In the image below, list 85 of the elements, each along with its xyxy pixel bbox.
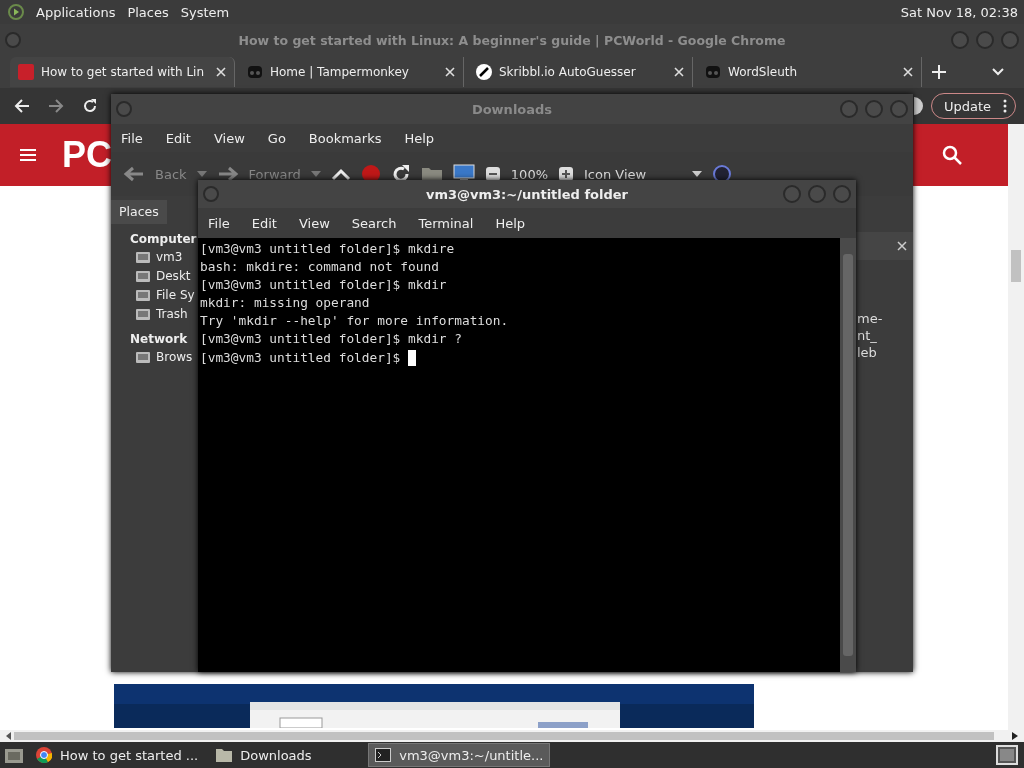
search-icon[interactable] xyxy=(942,145,962,165)
terminal-line: mkdir: missing operand xyxy=(200,294,370,313)
menu-item[interactable]: Bookmarks xyxy=(308,130,382,146)
file-label: me- xyxy=(857,310,883,327)
browser-tab[interactable]: How to get started with Lin xyxy=(10,57,235,87)
zoom-out-icon[interactable] xyxy=(484,166,501,182)
browser-tab[interactable]: Skribbl.io AutoGuesser xyxy=(468,57,693,87)
terminal-line: [vm3@vm3 untitled folder]$ mkdir ? xyxy=(200,330,462,349)
zoom-level: 100% xyxy=(510,166,548,182)
place-icon xyxy=(135,350,151,364)
file-label: leb xyxy=(857,344,877,361)
zoom-in-icon[interactable] xyxy=(558,166,574,182)
scroll-left-icon[interactable] xyxy=(6,732,12,740)
place-icon xyxy=(135,269,151,283)
terminal-line: [vm3@vm3 untitled folder]$ mkdir xyxy=(200,276,447,295)
browser-tab[interactable]: Home | Tampermonkey xyxy=(239,57,464,87)
favicon-icon xyxy=(476,64,492,80)
reload-icon[interactable] xyxy=(82,98,98,114)
logo-icon xyxy=(8,4,24,20)
taskbar-item[interactable]: How to get started ... xyxy=(30,743,205,767)
more-icon[interactable] xyxy=(1003,99,1007,113)
menu-item[interactable]: Edit xyxy=(165,130,191,146)
taskbar-item[interactable]: vm3@vm3:~/untitle... xyxy=(368,743,551,767)
favicon-icon xyxy=(18,64,34,80)
sidebar-item[interactable]: vm3 xyxy=(111,248,183,267)
view-mode-dropdown[interactable]: Icon View xyxy=(584,166,647,182)
scrollbar[interactable] xyxy=(840,238,856,672)
browser-tab[interactable]: WordSleuth xyxy=(697,57,922,87)
avatar-icon[interactable] xyxy=(913,97,923,115)
menu-item[interactable]: View xyxy=(213,130,245,146)
close-icon[interactable] xyxy=(674,67,684,77)
close-icon[interactable] xyxy=(216,67,226,77)
panel-menu[interactable]: Applications xyxy=(36,4,116,20)
terminal-line: [vm3@vm3 untitled folder]$ xyxy=(200,348,402,367)
scrollbar[interactable] xyxy=(1008,124,1024,730)
place-icon xyxy=(135,250,151,264)
forward-icon[interactable] xyxy=(216,165,239,183)
close-icon[interactable] xyxy=(897,241,907,251)
close-icon[interactable] xyxy=(903,67,913,77)
sidebar-item[interactable]: Deskt xyxy=(111,267,191,286)
menu-item[interactable]: View xyxy=(298,215,330,231)
taskbar-item[interactable]: Downloads xyxy=(210,743,363,767)
sidebar-heading: Computer xyxy=(129,231,197,248)
window-title: vm3@vm3:~/untitled folder xyxy=(425,186,628,202)
close-icon[interactable] xyxy=(445,67,455,77)
dropdown-icon[interactable] xyxy=(692,171,703,177)
clock: Sat Nov 18, 02:38 xyxy=(900,4,1018,20)
menu-item[interactable]: Edit xyxy=(251,215,277,231)
panel-menu[interactable]: Places xyxy=(127,4,169,20)
workspace-icon[interactable] xyxy=(996,745,1018,765)
show-desktop-icon[interactable] xyxy=(4,746,24,764)
sidebar-heading: Network xyxy=(129,331,188,348)
folder-icon xyxy=(216,748,233,762)
terminal-icon xyxy=(375,748,392,762)
sidebar-dropdown[interactable]: Places xyxy=(111,200,167,224)
sidebar-item[interactable]: Brows xyxy=(111,348,193,367)
browser-icon xyxy=(36,747,52,763)
terminal-line: [vm3@vm3 untitled folder]$ mkdire xyxy=(200,240,455,258)
text-cursor xyxy=(408,349,417,366)
sidebar-item[interactable]: Trash xyxy=(111,305,188,324)
file-label: nt_ xyxy=(857,327,877,344)
favicon-icon xyxy=(705,64,721,80)
chevron-down-icon[interactable] xyxy=(992,68,1004,76)
panel-menu[interactable]: System xyxy=(180,4,230,20)
favicon-icon xyxy=(247,64,263,80)
window-title: Downloads xyxy=(471,101,553,117)
place-icon xyxy=(135,288,151,302)
terminal-line: Try 'mkdir --help' for more information. xyxy=(200,312,509,331)
terminal-line: bash: mkdire: command not found xyxy=(200,258,439,277)
window-title: How to get started with Linux: A beginner's guide | PCWorld - Google Chrome xyxy=(238,32,786,48)
menu-icon[interactable] xyxy=(20,148,36,162)
menu-item[interactable]: File xyxy=(208,215,230,231)
new-tab-icon[interactable] xyxy=(932,65,946,79)
menu-item[interactable]: Search xyxy=(351,215,397,231)
forward-icon[interactable] xyxy=(48,98,64,114)
sidebar-item[interactable]: File Sy xyxy=(111,286,195,305)
menu-item[interactable]: File xyxy=(121,130,143,146)
menu-item[interactable]: Go xyxy=(267,130,286,146)
menu-item[interactable]: Terminal xyxy=(418,215,474,231)
site-logo[interactable]: PC xyxy=(62,134,112,176)
menu-item[interactable]: Help xyxy=(495,215,526,231)
scroll-right-icon[interactable] xyxy=(1012,732,1018,740)
menu-item[interactable]: Help xyxy=(404,130,435,146)
scrollbar[interactable] xyxy=(0,730,1024,742)
place-icon xyxy=(135,307,151,321)
